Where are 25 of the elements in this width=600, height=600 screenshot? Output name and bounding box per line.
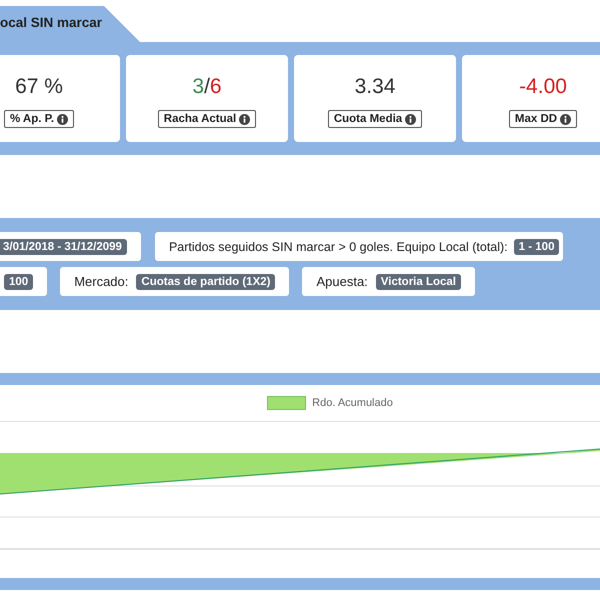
stat-value: 67 % <box>15 75 63 100</box>
info-icon[interactable] <box>239 114 250 124</box>
section-title: ocal SIN marcar <box>0 14 102 30</box>
stat-value: 3.34 <box>354 75 396 100</box>
label-text: Racha Actual <box>164 113 236 125</box>
filter-value: Cuotas de partido (1X2) <box>136 274 276 290</box>
filter-label: Apuesta: <box>316 274 368 289</box>
label-text: Max DD <box>514 113 558 125</box>
label-text: Cuota Media <box>334 113 402 125</box>
losses-value: 6 <box>210 75 222 98</box>
filter-value: Victoria Local <box>376 274 462 290</box>
filter-value: 3/01/2018 - 31/12/2099 <box>0 238 127 254</box>
info-icon[interactable] <box>57 114 68 124</box>
filter-value: 100 <box>4 274 34 290</box>
filter-value: 1 - 100 <box>514 238 560 254</box>
stat-value: -4.00 <box>519 75 567 100</box>
separator: / <box>204 75 210 98</box>
legend-swatch <box>267 396 306 410</box>
filter-label: Partidos seguidos SIN marcar > 0 goles. Equipo Local (total): <box>168 240 508 254</box>
label-text: % Ap. P. <box>10 113 54 125</box>
wins-value: 3 <box>192 75 204 98</box>
info-icon[interactable] <box>560 114 572 124</box>
info-icon[interactable] <box>405 114 416 124</box>
legend-label: Rdo. Acumulado <box>312 397 393 409</box>
filter-label: Mercado: <box>74 274 128 289</box>
